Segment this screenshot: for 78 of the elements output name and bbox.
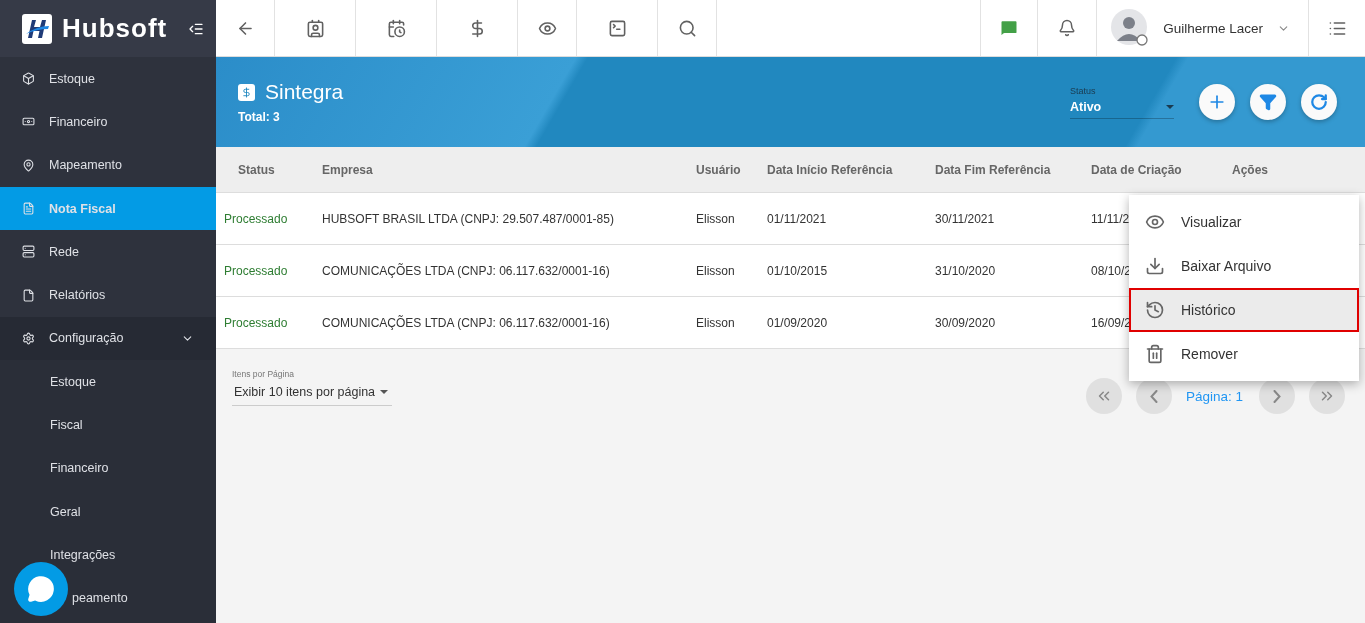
contact-icon — [305, 18, 325, 38]
column-header: Empresa — [322, 162, 373, 177]
table-cell: 01/09/2020 — [767, 315, 828, 330]
menu-item[interactable]: Visualizar — [1129, 200, 1359, 244]
chat-icon — [27, 575, 55, 603]
calendar-clock-icon — [386, 18, 406, 38]
table-cell: 30/09/2020 — [935, 315, 996, 330]
table-cell: Elisson — [696, 315, 735, 330]
table-cell: COMUNICAÇÕES LTDA (CNPJ: 06.117.632/0001-16) — [322, 263, 610, 278]
menu-item[interactable]: Remover — [1129, 332, 1359, 376]
eye-icon — [1145, 212, 1165, 232]
sidebar-item[interactable]: Mapeamento — [0, 143, 216, 187]
items-per-page-select[interactable]: Itens por Página Exibir 10 itens por página — [232, 369, 392, 406]
sidebar-item[interactable]: Configuração — [0, 316, 216, 361]
column-header: Data Fim Referência — [935, 162, 1051, 177]
status-select[interactable]: Status Ativo — [1070, 85, 1174, 119]
column-header: Status — [237, 162, 275, 177]
column-header: Ações — [1232, 162, 1269, 177]
column-header: Usuário — [696, 162, 741, 177]
table-cell: 01/11/2021 — [767, 211, 827, 226]
menu-item[interactable]: Baixar Arquivo — [1129, 244, 1359, 288]
document-icon — [22, 202, 35, 216]
logo-icon — [22, 13, 52, 44]
status-text: Processado — [223, 211, 288, 226]
status-text: Processado — [223, 315, 288, 330]
server-icon — [22, 245, 35, 259]
settings-icon — [22, 331, 35, 345]
logo-text: Hubsoft — [62, 13, 169, 44]
sidebar-item[interactable]: Rede — [0, 230, 216, 274]
table-cell: Elisson — [696, 263, 735, 278]
table-cell: HUBSOFT BRASIL LTDA (CNPJ: 29.507.487/0001-85) — [322, 211, 614, 226]
sidebar-subitem[interactable]: Fiscal — [50, 418, 83, 432]
table-cell: 31/10/2020 — [935, 263, 996, 278]
refresh-icon — [1310, 93, 1328, 111]
table-cell: 01/10/2015 — [767, 263, 828, 278]
table-cell: COMUNICAÇÕES LTDA (CNPJ: 06.117.632/0001-16) — [322, 315, 610, 330]
total-count: Total: 3 — [238, 110, 281, 124]
add-button[interactable] — [1199, 84, 1235, 120]
box-icon — [22, 72, 35, 86]
column-header: Data de Criação — [1091, 162, 1182, 177]
sidebar-subitem[interactable]: peamento — [72, 591, 128, 606]
sidebar-item[interactable]: Financeiro — [0, 100, 216, 144]
trash-icon — [1145, 344, 1165, 364]
sidebar-item[interactable]: Estoque — [0, 57, 216, 101]
filter-button[interactable] — [1250, 84, 1286, 120]
first-page-button[interactable] — [1085, 378, 1122, 414]
sidebar-subitem[interactable]: Financeiro — [50, 461, 109, 476]
menu-item[interactable]: Histórico — [1129, 288, 1359, 332]
dollar-badge-icon — [238, 83, 255, 101]
avatar-icon — [1111, 9, 1150, 47]
user-menu[interactable]: Guilherme Lacer — [1096, 0, 1309, 56]
page-title: Sintegra — [265, 80, 344, 104]
sidebar-subitem[interactable]: Estoque — [50, 374, 96, 389]
map-pin-icon — [22, 158, 35, 172]
status-text: Processado — [223, 263, 288, 278]
sidebar-subitem[interactable]: Geral — [50, 504, 81, 519]
search-icon — [677, 18, 697, 38]
bell-icon — [1058, 19, 1077, 37]
chevron-left-icon — [1149, 389, 1158, 403]
refresh-button[interactable] — [1301, 84, 1337, 120]
download-icon — [1145, 256, 1165, 276]
history-icon — [1145, 300, 1165, 320]
sidebar-subitem[interactable]: Integrações — [50, 547, 116, 562]
table-cell: 16/09/2 — [1091, 315, 1132, 330]
sidebar-item[interactable]: Relatórios — [0, 273, 216, 317]
table-cell: 11/11/2 — [1091, 211, 1130, 226]
tasks-button[interactable] — [980, 0, 1039, 56]
chevron-right-icon — [1273, 389, 1281, 403]
table-cell: 30/11/2021 — [935, 211, 995, 226]
table-cell: 08/10/2 — [1091, 263, 1132, 278]
caret-icon — [1166, 104, 1174, 109]
table-cell: Elisson — [696, 211, 735, 226]
caret-icon — [380, 390, 388, 394]
file-icon — [22, 288, 35, 302]
page-indicator: Página: 1 — [1185, 388, 1243, 404]
filter-icon — [1259, 93, 1277, 111]
terminal-icon — [607, 18, 627, 38]
column-header: Data Início Referência — [767, 162, 893, 177]
